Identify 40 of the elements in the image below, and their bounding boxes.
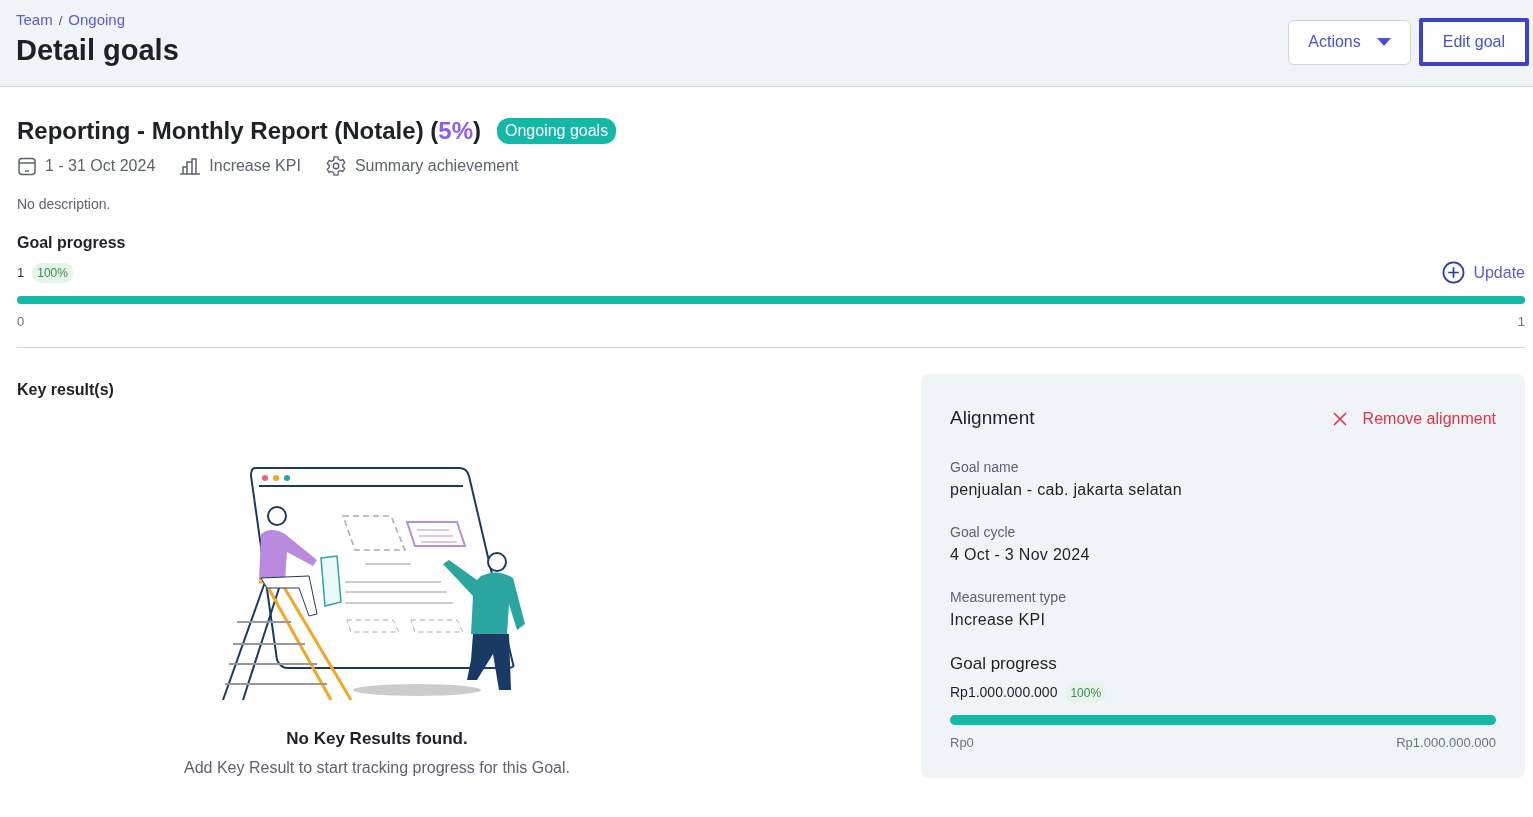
breadcrumb-link[interactable]: Ongoing [68,11,126,28]
description-text: No description. [17,194,112,214]
remove-alignment-button[interactable]: Remove alignment [1332,406,1496,431]
bar-chart-icon [179,156,202,175]
meta-text: Increase KPI [209,155,301,176]
section-heading: Goal progress [950,652,1058,675]
scale-min: 0 [17,312,25,331]
section-heading: Goal progress [17,232,127,253]
breadcrumb-separator: / [58,13,63,28]
progress-value: Rp1.000.000.000 [950,683,1058,703]
status-tag: Ongoing goals [497,118,617,145]
card-heading: Alignment [950,406,1035,431]
field-label: Measurement type [950,587,1067,607]
page-title: Detail goals [16,32,179,68]
section-heading: Key result(s) [17,380,115,401]
actions-button[interactable]: Actions [1288,19,1411,65]
close-icon [1332,411,1347,426]
edit-goal-button[interactable]: Edit goal [1418,18,1529,66]
add-icon [1442,261,1466,285]
settings-icon [324,154,347,177]
field-value: penjualan - cab. jakarta selatan [950,479,1183,500]
field-label: Goal cycle [950,522,1017,542]
caret-icon [1376,38,1391,46]
breadcrumb-link[interactable]: Team [16,11,53,28]
scale-max: Rp1.000.000.000 [1396,734,1496,753]
scale-max: 1 [1517,312,1525,331]
empty-state-title: No Key Results found. [286,728,468,751]
goal-title: Reporting - Monthly Report (Notale) (5%) [17,117,481,146]
percent-tag: 100% [32,262,73,283]
progress-value: 1 [17,264,25,283]
field-label: Goal name [950,457,1020,477]
field-value: 4 Oct - 3 Nov 2024 [950,544,1091,565]
empty-state-text: Add Key Result to start tracking progress for this Goal. [184,757,570,778]
calendar-icon [17,155,37,176]
meta-text: Summary achievement [354,155,519,176]
meta-text: 1 - 31 Oct 2024 [45,155,156,176]
scale-min: Rp0 [950,734,974,753]
field-value: Increase KPI [950,609,1047,630]
percent-tag: 100% [1065,682,1107,703]
update-button[interactable]: Update [1442,260,1525,285]
